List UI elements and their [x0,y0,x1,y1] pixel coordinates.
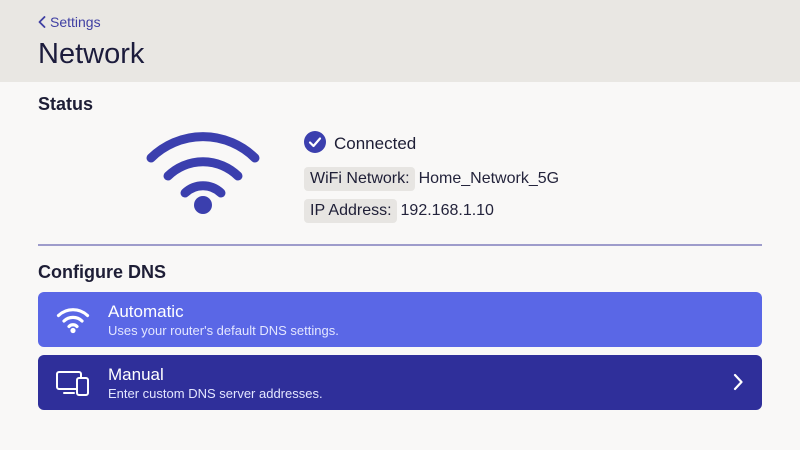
back-button-label: Settings [50,14,101,30]
network-label: WiFi Network: [304,167,415,191]
back-button[interactable]: Settings [38,14,101,30]
ip-row: IP Address: 192.168.1.10 [304,198,559,224]
chevron-left-icon [38,16,46,28]
dns-option-manual[interactable]: Manual Enter custom DNS server addresses… [38,355,762,410]
checkmark-circle-icon [304,130,326,158]
page-title: Network [38,38,145,70]
dns-option-automatic[interactable]: Automatic Uses your router's default DNS… [38,292,762,347]
section-divider [38,244,762,246]
network-value: Home_Network_5G [418,170,560,187]
devices-icon [38,369,108,397]
option-title: Manual [108,364,164,384]
network-row: WiFi Network: Home_Network_5G [304,166,559,192]
connection-status-text: Connected [334,134,417,153]
wifi-icon [145,128,261,221]
ip-value: 192.168.1.10 [400,202,494,219]
header-bar: Settings Network [0,0,800,82]
connection-status: Connected [304,130,559,158]
chevron-right-icon [732,373,744,396]
dns-heading: Configure DNS [38,262,166,282]
option-subtitle: Enter custom DNS server addresses. [108,385,323,401]
status-details: Connected WiFi Network: Home_Network_5G … [304,130,559,224]
wifi-icon [38,306,108,334]
ip-label: IP Address: [304,199,397,223]
option-title: Automatic [108,301,184,321]
option-subtitle: Uses your router's default DNS settings. [108,322,339,338]
status-heading: Status [38,94,94,114]
